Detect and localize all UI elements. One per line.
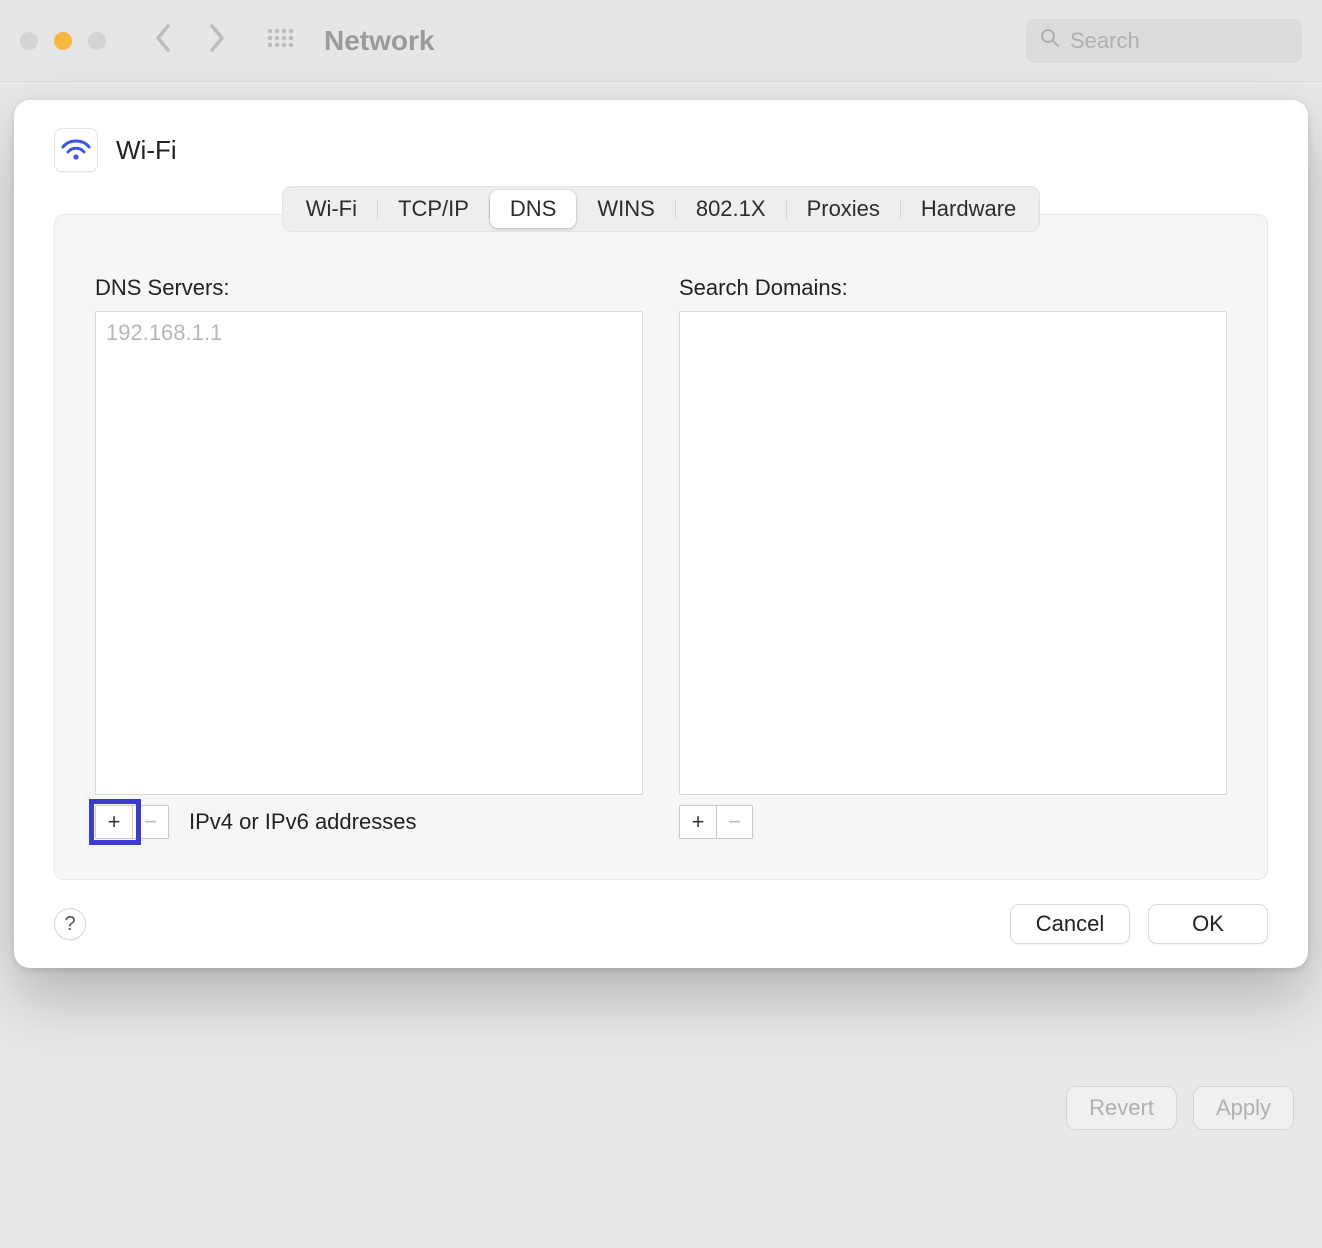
back-button[interactable] <box>154 23 172 58</box>
sheet-footer: ? Cancel OK <box>14 880 1308 944</box>
sheet-header: Wi-Fi <box>14 100 1308 188</box>
dns-hint-text: IPv4 or IPv6 addresses <box>189 809 416 835</box>
remove-dns-server-button[interactable]: − <box>132 806 168 838</box>
tab-8021x[interactable]: 802.1X <box>676 190 786 228</box>
search-domains-column: Search Domains: + − <box>679 275 1227 839</box>
search-domains-controls: + − <box>679 805 753 839</box>
search-icon <box>1040 28 1060 53</box>
search-field-wrapper[interactable] <box>1026 19 1302 63</box>
sheet-title: Wi-Fi <box>116 135 177 166</box>
minimize-window-button[interactable] <box>54 32 72 50</box>
close-window-button[interactable] <box>20 32 38 50</box>
dns-servers-controls: + − <box>95 805 169 839</box>
tab-dns[interactable]: DNS <box>490 190 576 228</box>
network-advanced-sheet: Wi-Fi Wi-Fi TCP/IP DNS WINS 802.1X Proxi… <box>14 100 1308 968</box>
help-icon: ? <box>64 913 75 936</box>
search-input[interactable] <box>1070 28 1288 54</box>
background-footer: Revert Apply <box>1066 1086 1294 1130</box>
window-title: Network <box>324 25 434 57</box>
tab-bar: Wi-Fi TCP/IP DNS WINS 802.1X Proxies Har… <box>282 186 1041 232</box>
remove-search-domain-button[interactable]: − <box>716 806 752 838</box>
minus-icon: − <box>728 811 741 833</box>
nav-arrows <box>154 23 226 58</box>
apply-button: Apply <box>1193 1086 1294 1130</box>
ok-button[interactable]: OK <box>1148 904 1268 944</box>
search-domains-list[interactable] <box>679 311 1227 795</box>
tab-wins[interactable]: WINS <box>577 190 674 228</box>
minus-icon: − <box>144 811 157 833</box>
window-toolbar: Network <box>0 0 1322 82</box>
revert-button: Revert <box>1066 1086 1177 1130</box>
add-search-domain-button[interactable]: + <box>680 806 716 838</box>
wifi-icon <box>54 128 98 172</box>
tab-hardware[interactable]: Hardware <box>901 190 1036 228</box>
search-domains-label: Search Domains: <box>679 275 1227 301</box>
tab-tcpip[interactable]: TCP/IP <box>378 190 489 228</box>
maximize-window-button[interactable] <box>88 32 106 50</box>
plus-icon: + <box>108 811 121 833</box>
tab-proxies[interactable]: Proxies <box>787 190 900 228</box>
dns-server-entry[interactable]: 192.168.1.1 <box>106 320 632 346</box>
dns-servers-label: DNS Servers: <box>95 275 643 301</box>
cancel-button[interactable]: Cancel <box>1010 904 1130 944</box>
plus-icon: + <box>692 811 705 833</box>
dns-panel: DNS Servers: 192.168.1.1 + − IPv4 or IPv… <box>54 214 1268 880</box>
forward-button[interactable] <box>208 23 226 58</box>
all-preferences-icon[interactable] <box>266 27 294 55</box>
help-button[interactable]: ? <box>54 908 86 940</box>
tab-wifi[interactable]: Wi-Fi <box>286 190 377 228</box>
traffic-lights <box>20 32 106 50</box>
dns-servers-list[interactable]: 192.168.1.1 <box>95 311 643 795</box>
add-dns-server-button[interactable]: + <box>96 806 132 838</box>
dns-servers-column: DNS Servers: 192.168.1.1 + − IPv4 or IPv… <box>95 275 643 839</box>
